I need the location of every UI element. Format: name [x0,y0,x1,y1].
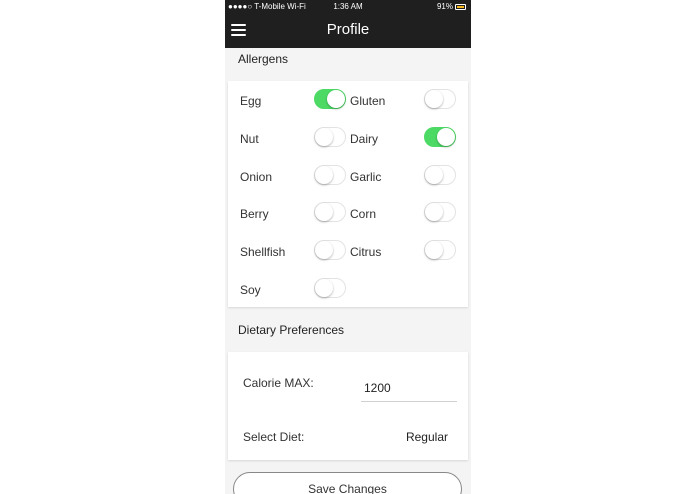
page-title: Profile [326,21,370,38]
allergen-label-dairy: Dairy [350,131,379,146]
calorie-max-input[interactable] [361,374,457,402]
save-changes-button[interactable]: Save Changes [233,472,462,494]
allergen-toggle-shellfish[interactable] [314,240,346,261]
allergens-card: Egg Gluten Nut Dairy Onion Garlic Berry Corn She… [228,81,468,307]
allergen-toggle-nut[interactable] [314,126,346,147]
allergen-toggle-citrus[interactable] [424,240,456,261]
allergen-toggle-berry[interactable] [314,202,346,223]
status-bar: ●●●●○ T-Mobile Wi-Fi 1:36 AM 91% [225,0,471,14]
toggle-knob [437,127,455,146]
battery-icon [455,4,466,10]
toggle-knob [315,241,333,260]
allergen-label-corn: Corn [350,207,377,222]
allergen-label-egg: Egg [240,94,262,108]
allergen-label-onion: Onion [240,169,273,184]
allergen-label-shellfish: Shellfish [240,245,286,260]
allergen-toggle-onion[interactable] [314,164,346,185]
toggle-knob [315,127,333,146]
toggle-knob [425,90,443,108]
allergen-label-nut: Nut [240,131,259,146]
allergen-label-soy: Soy [240,283,261,297]
dietary-section-title: Dietary Preferences [238,323,345,337]
allergens-section-title: Allergens [238,52,289,66]
toggle-knob [425,241,443,260]
toggle-knob [315,279,333,297]
hamburger-menu-icon[interactable] [231,23,246,37]
toggle-knob [315,203,333,222]
diet-select[interactable]: Regular [406,430,448,444]
allergen-toggle-corn[interactable] [424,202,456,223]
allergen-label-berry: Berry [240,207,269,222]
select-diet-label: Select Diet: [243,430,305,444]
toggle-knob [425,165,443,184]
allergen-label-garlic: Garlic [350,169,382,184]
allergen-toggle-egg[interactable] [314,89,346,109]
toggle-knob [327,90,345,108]
allergen-toggle-soy[interactable] [314,278,346,298]
calorie-max-label: Calorie MAX: [243,376,314,390]
toggle-knob [315,165,333,184]
allergen-toggle-dairy[interactable] [424,126,456,147]
allergen-label-citrus: Citrus [350,245,382,260]
status-time: 1:36 AM [333,2,363,11]
nav-bar: Profile [225,14,471,48]
battery-percent: 91% [436,2,453,11]
allergen-toggle-garlic[interactable] [424,164,456,185]
toggle-knob [425,203,443,222]
allergen-toggle-gluten[interactable] [424,89,456,109]
phone-screen: ●●●●○ T-Mobile Wi-Fi 1:36 AM 91% Profile… [225,0,471,494]
dietary-card: Calorie MAX: Select Diet: Regular [228,352,468,460]
allergen-label-gluten: Gluten [350,94,386,108]
